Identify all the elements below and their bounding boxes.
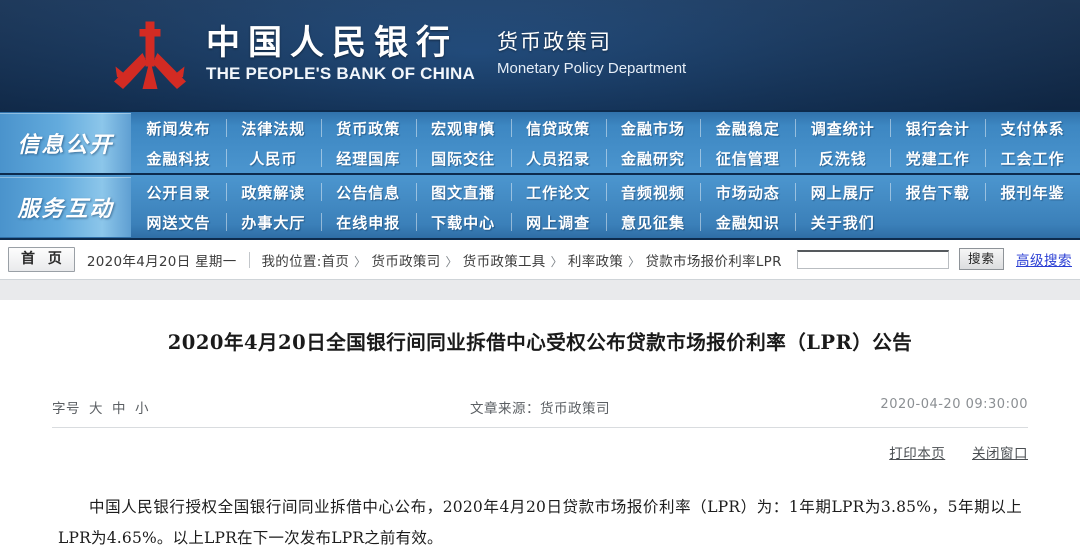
nav-item-about-us[interactable]: 关于我们: [795, 207, 890, 237]
nav-item-empty: [890, 207, 985, 237]
nav-section-label-information-disclosure[interactable]: 信息公开: [0, 113, 131, 173]
nav-item-payment-system[interactable]: 支付体系: [985, 113, 1080, 143]
nav-item-international-exchange[interactable]: 国际交往: [415, 143, 511, 173]
pboc-emblem-icon: [112, 20, 188, 92]
nav-item-online-exhibition[interactable]: 网上展厅: [795, 177, 890, 207]
article-body: 中国人民银行授权全国银行间同业拆借中心公布，2020年4月20日贷款市场报价利率…: [58, 492, 1022, 554]
breadcrumb-item-monetary-policy-tools[interactable]: 货币政策工具: [463, 254, 546, 270]
article-timestamp: 2020-04-20 09:30:00: [880, 397, 1028, 412]
nav-item-disclosure-catalog[interactable]: 公开目录: [131, 177, 226, 207]
nav-item-announcements[interactable]: 公告信息: [320, 177, 416, 207]
nav-grid-service-interaction: 公开目录 政策解读 公告信息 图文直播 工作论文 音频视频 市场动态 网上展厅 …: [131, 177, 1080, 237]
nav-section-service-interaction: 服务互动 公开目录 政策解读 公告信息 图文直播 工作论文 音频视频 市场动态 …: [0, 177, 1080, 237]
nav-item-laws-regulations[interactable]: 法律法规: [225, 113, 321, 143]
nav-section-title: 服务互动: [17, 197, 114, 222]
breadcrumb-separator-icon: 〉: [550, 254, 563, 269]
close-window-link[interactable]: 关闭窗口: [972, 446, 1028, 462]
nav-item-financial-knowledge[interactable]: 金融知识: [700, 207, 795, 237]
nav-item-financial-market[interactable]: 金融市场: [605, 113, 701, 143]
department-name-en: Monetary Policy Department: [496, 59, 687, 77]
site-title-block: 中国人民银行 THE PEOPLE'S BANK OF CHINA: [206, 23, 475, 84]
breadcrumb: 我的位置:首页〉货币政策司〉货币政策工具〉利率政策〉贷款市场报价利率LPR: [262, 250, 782, 270]
nav-item-working-papers[interactable]: 工作论文: [510, 177, 606, 207]
nav-item-report-download[interactable]: 报告下载: [890, 177, 985, 207]
article-meta-bar: 字号大中小 文章来源：货币政策司 2020-04-20 09:30:00: [52, 397, 1028, 428]
nav-item-online-documents[interactable]: 网送文告: [131, 207, 226, 237]
breadcrumb-item-lpr[interactable]: 贷款市场报价利率LPR: [645, 254, 781, 270]
page-root: 中国人民银行 THE PEOPLE'S BANK OF CHINA 货币政策司 …: [0, 0, 1080, 560]
print-page-link[interactable]: 打印本页: [889, 446, 945, 462]
article-paragraph: 中国人民银行授权全国银行间同业拆借中心公布，2020年4月20日贷款市场报价利率…: [58, 498, 1022, 547]
search-input-wrapper[interactable]: [796, 249, 949, 269]
breadcrumb-separator-icon: 〉: [354, 254, 367, 269]
site-title-cn: 中国人民银行: [206, 23, 458, 64]
department-name-cn: 货币政策司: [496, 30, 612, 55]
nav-top-divider: [0, 110, 1080, 112]
nav-item-download-center[interactable]: 下载中心: [415, 207, 511, 237]
home-button[interactable]: 首 页: [8, 247, 75, 272]
department-block: 货币政策司 Monetary Policy Department: [497, 29, 686, 81]
advanced-search-link[interactable]: 高级搜索: [1016, 249, 1072, 269]
nav-item-monetary-policy[interactable]: 货币政策: [320, 113, 416, 143]
nav-item-news-release[interactable]: 新闻发布: [131, 113, 226, 143]
nav-grid-row: 金融科技 人民币 经理国库 国际交往 人员招录 金融研究 征信管理 反洗钱 党建…: [131, 143, 1080, 173]
nav-item-party-building[interactable]: 党建工作: [890, 143, 985, 173]
nav-section-information-disclosure: 信息公开 新闻发布 法律法规 货币政策 宏观审慎 信贷政策 金融市场 金融稳定 …: [0, 113, 1080, 173]
nav-section-title: 信息公开: [17, 133, 114, 158]
nav-item-bank-accounting[interactable]: 银行会计: [890, 113, 985, 143]
nav-item-anti-money-laundering[interactable]: 反洗钱: [795, 143, 890, 173]
nav-grid-information-disclosure: 新闻发布 法律法规 货币政策 宏观审慎 信贷政策 金融市场 金融稳定 调查统计 …: [131, 113, 1080, 173]
breadcrumb-divider: [248, 251, 250, 268]
breadcrumb-item-home[interactable]: 首页: [322, 254, 350, 270]
nav-item-recruitment[interactable]: 人员招录: [510, 143, 606, 173]
nav-item-online-declaration[interactable]: 在线申报: [320, 207, 416, 237]
search-button[interactable]: 搜索: [958, 248, 1004, 271]
nav-item-live-broadcast[interactable]: 图文直播: [415, 177, 511, 207]
breadcrumb-separator-icon: 〉: [628, 254, 641, 269]
nav-item-empty: [985, 207, 1080, 237]
nav-item-audio-video[interactable]: 音频视频: [605, 177, 701, 207]
main-navigation: 信息公开 新闻发布 法律法规 货币政策 宏观审慎 信贷政策 金融市场 金融稳定 …: [0, 110, 1080, 240]
nav-item-survey-statistics[interactable]: 调查统计: [795, 113, 890, 143]
article-container: 2020年4月20日全国银行间同业拆借中心受权公布贷款市场报价利率（LPR）公告…: [0, 300, 1080, 554]
content-spacer: [0, 280, 1080, 300]
search-input[interactable]: [797, 252, 948, 269]
search-area: 搜索 高级搜索: [796, 248, 1072, 271]
site-header-banner: 中国人民银行 THE PEOPLE'S BANK OF CHINA 货币政策司 …: [0, 0, 1080, 110]
breadcrumb-item-interest-rate-policy[interactable]: 利率政策: [568, 254, 623, 270]
nav-grid-row: 新闻发布 法律法规 货币政策 宏观审慎 信贷政策 金融市场 金融稳定 调查统计 …: [131, 113, 1080, 143]
nav-item-policy-interpretation[interactable]: 政策解读: [225, 177, 321, 207]
nav-item-financial-research[interactable]: 金融研究: [605, 143, 701, 173]
nav-item-fintech[interactable]: 金融科技: [131, 143, 226, 173]
nav-item-credit-policy[interactable]: 信贷政策: [510, 113, 606, 143]
article-actions: 打印本页 关闭窗口: [52, 442, 1028, 462]
site-title-en: THE PEOPLE'S BANK OF CHINA: [206, 63, 475, 83]
nav-grid-row: 公开目录 政策解读 公告信息 图文直播 工作论文 音频视频 市场动态 网上展厅 …: [131, 177, 1080, 207]
nav-section-label-service-interaction[interactable]: 服务互动: [0, 177, 131, 237]
nav-middle-divider: [0, 173, 1080, 175]
breadcrumb-item-monetary-policy-dept[interactable]: 货币政策司: [371, 254, 440, 270]
nav-grid-row: 网送文告 办事大厅 在线申报 下载中心 网上调查 意见征集 金融知识 关于我们: [131, 207, 1080, 237]
breadcrumb-separator-icon: 〉: [445, 254, 458, 269]
page-title: 2020年4月20日全国银行间同业拆借中心受权公布贷款市场报价利率（LPR）公告: [167, 331, 913, 354]
nav-item-rmb[interactable]: 人民币: [225, 143, 321, 173]
nav-item-market-news[interactable]: 市场动态: [700, 177, 795, 207]
nav-item-treasury-management[interactable]: 经理国库: [320, 143, 416, 173]
nav-item-financial-stability[interactable]: 金融稳定: [700, 113, 795, 143]
nav-item-public-comments[interactable]: 意见征集: [605, 207, 701, 237]
nav-item-periodicals-yearbook[interactable]: 报刊年鉴: [985, 177, 1080, 207]
nav-item-credit-reference[interactable]: 征信管理: [700, 143, 795, 173]
nav-item-macroprudential[interactable]: 宏观审慎: [415, 113, 511, 143]
breadcrumb-bar: 首 页 2020年4月20日 星期一 我的位置:首页〉货币政策司〉货币政策工具〉…: [0, 240, 1080, 280]
breadcrumb-position-label: 我的位置:: [261, 253, 322, 270]
nav-item-service-hall[interactable]: 办事大厅: [225, 207, 321, 237]
current-date-label: 2020年4月20日 星期一: [86, 253, 237, 270]
nav-item-trade-union[interactable]: 工会工作: [985, 143, 1080, 173]
nav-item-online-survey[interactable]: 网上调查: [510, 207, 606, 237]
